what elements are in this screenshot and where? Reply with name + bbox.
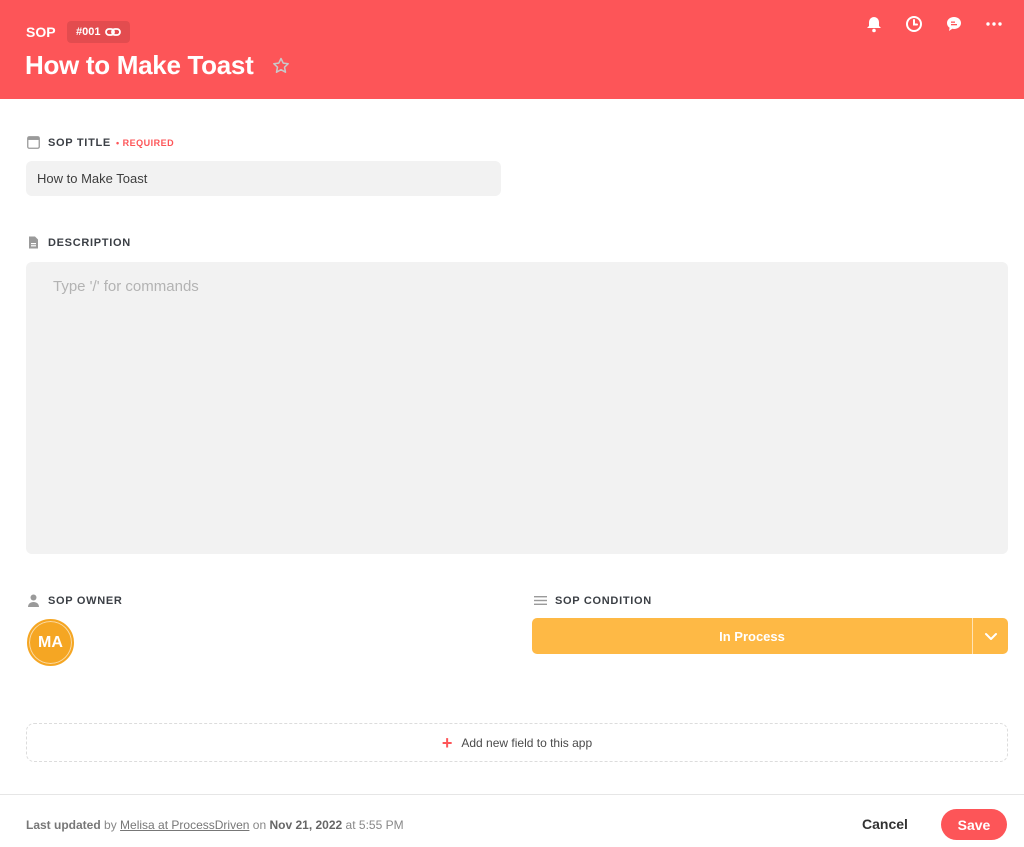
sop-condition-select[interactable]: In Process	[532, 618, 1008, 654]
header-actions	[862, 12, 1006, 36]
at-label: at	[345, 818, 356, 832]
sop-owner-label-text: SOP OWNER	[48, 594, 123, 607]
sop-title-label: SOP TITLE • REQUIRED	[27, 136, 174, 149]
page-title: How to Make Toast	[25, 50, 254, 80]
item-id: #001	[76, 26, 101, 38]
app-name[interactable]: SOP	[26, 24, 56, 40]
comments-button[interactable]	[942, 12, 966, 36]
chevron-down-icon	[984, 632, 997, 640]
sop-title-label-text: SOP TITLE	[48, 136, 111, 149]
add-new-field-label: Add new field to this app	[461, 735, 593, 750]
owner-avatar[interactable]: MA	[27, 619, 74, 666]
description-label: DESCRIPTION	[27, 236, 131, 249]
sop-condition-label: SOP CONDITION	[534, 594, 652, 607]
footer: Last updated by Melisa at ProcessDriven …	[0, 794, 1024, 847]
activity-button[interactable]	[902, 12, 926, 36]
sop-owner-label: SOP OWNER	[27, 594, 123, 607]
condition-value[interactable]: In Process	[532, 618, 972, 654]
condition-dropdown-toggle[interactable]	[972, 618, 1008, 654]
sop-title-input[interactable]	[26, 161, 501, 196]
comment-icon	[947, 17, 961, 31]
item-header: SOP #001 How to Make Toast	[0, 0, 1024, 99]
add-new-field-button[interactable]: + Add new field to this app	[26, 723, 1008, 762]
updated-time: 5:55 PM	[358, 818, 404, 832]
save-button[interactable]: Save	[941, 809, 1007, 840]
star-icon[interactable]	[271, 56, 291, 76]
person-icon	[28, 594, 39, 607]
last-updated-label: Last updated	[26, 818, 101, 832]
more-button[interactable]	[982, 12, 1006, 36]
by-label: by	[104, 818, 117, 832]
bell-icon	[867, 17, 881, 33]
cancel-button[interactable]: Cancel	[852, 810, 918, 838]
description-placeholder: Type '/' for commands	[53, 278, 199, 295]
required-indicator: • REQUIRED	[115, 137, 175, 148]
link-icon	[105, 28, 122, 36]
window-icon	[27, 136, 40, 149]
document-icon	[29, 236, 38, 249]
description-editor[interactable]: Type '/' for commands	[26, 262, 1008, 554]
plus-icon: +	[441, 732, 453, 753]
sop-condition-label-text: SOP CONDITION	[555, 594, 652, 607]
list-icon	[534, 596, 547, 605]
updated-by-user-link[interactable]: Melisa at ProcessDriven	[120, 818, 249, 832]
item-id-badge[interactable]: #001	[67, 21, 131, 43]
last-updated-info: Last updated by Melisa at ProcessDriven …	[26, 818, 404, 832]
updated-date: Nov 21, 2022	[269, 818, 343, 832]
clock-icon	[906, 16, 922, 32]
on-label: on	[252, 818, 267, 832]
notifications-button[interactable]	[862, 12, 886, 36]
description-label-text: DESCRIPTION	[48, 236, 131, 249]
more-icon	[986, 22, 1002, 26]
